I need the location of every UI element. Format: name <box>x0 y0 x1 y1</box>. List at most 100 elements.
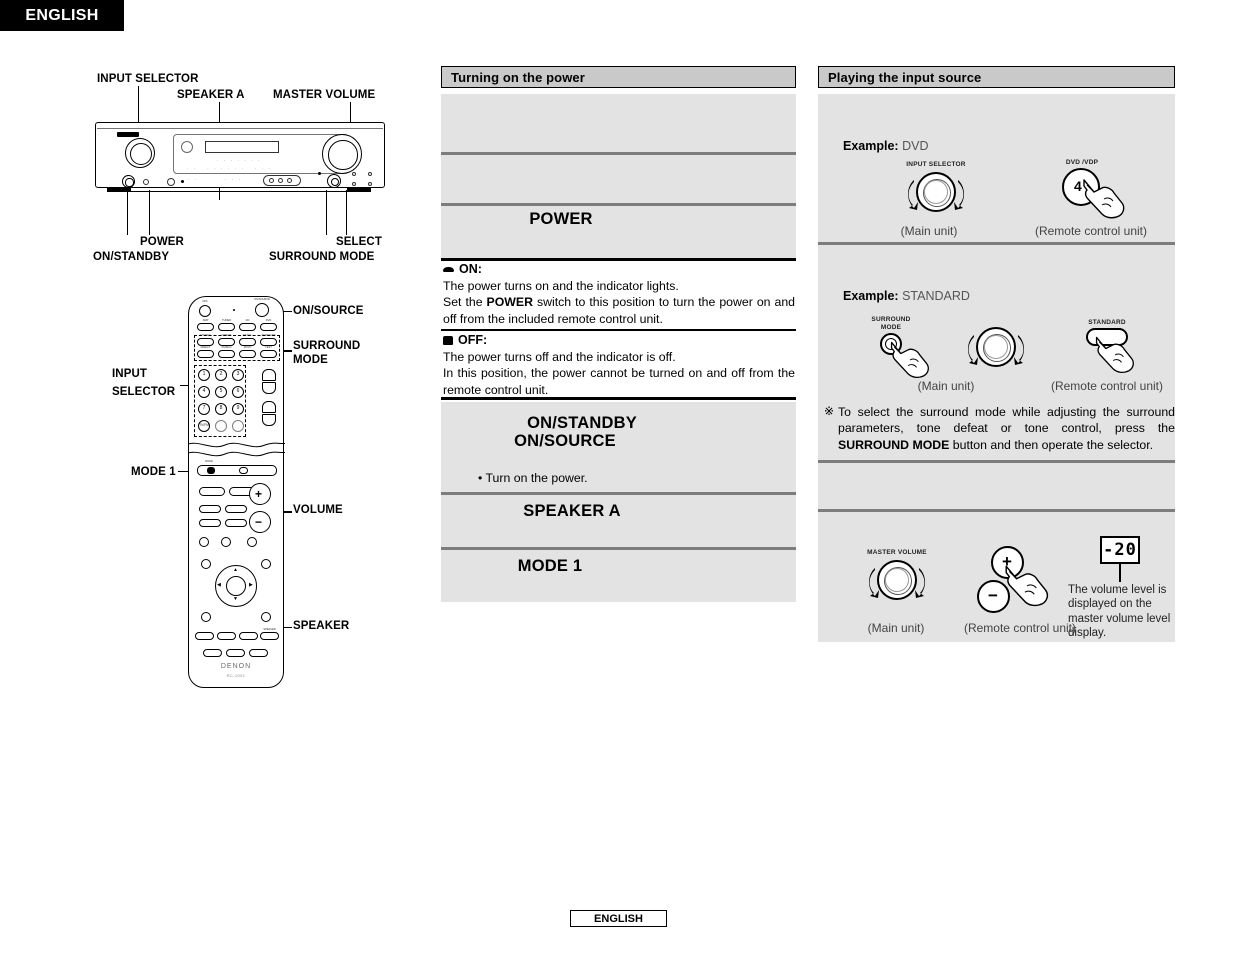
remote-key-2-label: 2 <box>219 371 223 377</box>
remote-src-btn-2[interactable] <box>218 323 235 331</box>
power-on-line2: Set the POWER switch to this position to… <box>443 294 795 327</box>
remote-shift-btn-2[interactable] <box>226 649 245 657</box>
power-indicator-icon <box>143 179 149 185</box>
display-mark-icon <box>181 141 193 153</box>
remote-mode-1-thumb[interactable] <box>207 467 215 474</box>
example-dvd-label: Example: <box>843 139 899 153</box>
footer-language-tab: ENGLISH <box>570 910 667 927</box>
remote-bottom-btn-1[interactable] <box>195 632 214 640</box>
remote-ff-button[interactable] <box>225 519 247 527</box>
remote-shift-btn-3[interactable] <box>249 649 268 657</box>
front-btn-1[interactable] <box>269 178 274 183</box>
receiver-brand-plate <box>117 132 139 137</box>
remote-status-button[interactable] <box>201 612 211 622</box>
remote-play-button[interactable] <box>199 487 225 496</box>
remote-skip-fwd[interactable] <box>225 505 247 513</box>
remote-standard-button[interactable] <box>260 338 277 346</box>
master-volume-dial[interactable]: MASTER VOLUME <box>864 549 930 602</box>
remote-on-source-button[interactable] <box>255 303 269 317</box>
remote-break-wave <box>189 442 285 457</box>
remote-key-9-label: 9 <box>236 405 240 411</box>
dvd-main-unit-dial[interactable]: INPUT SELECTOR <box>903 161 969 214</box>
callout-remote-input-line2: SELECTOR <box>112 386 176 398</box>
standard-selector-dial[interactable] <box>963 327 1029 369</box>
surround-mode-dot-icon <box>318 172 321 175</box>
remote-bottom-btn-3[interactable] <box>239 632 258 640</box>
on-standby-button[interactable] <box>122 175 135 188</box>
remote-ir-led-icon <box>233 309 235 311</box>
input-selector-knob[interactable] <box>125 138 155 168</box>
dvd-remote-unit-caption: (Remote control unit) <box>1034 224 1148 238</box>
remote-surround-btn-1[interactable] <box>197 338 214 346</box>
example-standard-label: Example: <box>843 289 899 303</box>
remote-rew-button[interactable] <box>199 519 221 527</box>
remote-speaker-label: SPEAKER <box>263 628 276 631</box>
remote-surround-back-button[interactable] <box>261 612 271 622</box>
remote-model-label: RC-1001 <box>226 673 246 678</box>
display-indicator-row-2: · · · · · · · · · · · <box>187 166 273 171</box>
callout-remote-input-line1: INPUT <box>112 368 147 380</box>
remote-key-3-label: 3 <box>236 371 240 377</box>
remote-setup-button[interactable] <box>201 559 211 569</box>
remote-bottom-btn-2[interactable] <box>217 632 236 640</box>
remote-skip-back[interactable] <box>199 505 221 513</box>
remote-key-0[interactable] <box>215 420 227 432</box>
remote-enter-button[interactable] <box>226 576 246 596</box>
dial-rotate-arrows-icon-standard <box>968 335 1024 365</box>
remote-ab-button[interactable] <box>199 537 209 547</box>
remote-surround-label-3: MUSIC <box>243 334 252 337</box>
input-selector-dial-caption: INPUT SELECTOR <box>906 161 966 168</box>
callout-remote-on-source: ON/SOURCE <box>293 305 364 317</box>
remote-volume-plus-icon: + <box>255 487 263 501</box>
pointing-hand-icon-volume <box>1005 565 1049 607</box>
remote-surround-btn-2[interactable] <box>218 338 235 346</box>
master-volume-level-display: -20 <box>1100 536 1140 564</box>
surround-mode-button-caption-l1: SURROUND <box>871 316 911 323</box>
switch-raised-icon <box>443 335 453 345</box>
main-unit-illustration: · · · · · · · · · · · · · · · · · · · · … <box>95 122 385 204</box>
remote-speaker-button[interactable] <box>260 632 279 640</box>
remote-key-tv-fm-label: TV/FM <box>199 423 209 427</box>
callout-master-volume: MASTER VOLUME <box>273 89 376 101</box>
remote-mode-2-thumb[interactable] <box>239 467 248 474</box>
remote-src-label-4: DVD <box>265 319 272 322</box>
remote-src-btn-4[interactable] <box>260 323 277 331</box>
surround-mode-button-caption-l2: MODE <box>880 324 902 331</box>
remote-surround-param-button[interactable] <box>261 559 271 569</box>
callout-remote-speaker: SPEAKER <box>293 620 350 632</box>
remote-channel-up[interactable] <box>262 401 276 413</box>
remote-mute-button[interactable] <box>247 537 257 547</box>
remote-key-plus10[interactable] <box>232 420 244 432</box>
select-knob[interactable] <box>327 174 341 188</box>
remote-key-1-label: 1 <box>202 371 206 377</box>
remote-key-7-label: 7 <box>202 405 206 411</box>
front-btn-3[interactable] <box>287 178 292 183</box>
speaker-a-button[interactable] <box>181 180 184 183</box>
remote-src-btn-3[interactable] <box>239 323 256 331</box>
remote-volume-up[interactable] <box>262 369 276 381</box>
power-off-block: OFF: The power turns off and the indicat… <box>443 333 795 398</box>
remote-label-on-source: ON/SOURCE <box>254 298 270 301</box>
standard-button-caption: STANDARD <box>1088 319 1126 326</box>
on-standby-caption: ON/STANDBY <box>527 414 637 432</box>
remote-surround-btn-5[interactable] <box>197 350 214 358</box>
remote-power-off-button[interactable] <box>199 305 211 317</box>
remote-src-label-1: AMP <box>202 319 209 322</box>
front-btn-2[interactable] <box>278 178 283 183</box>
remote-surround-btn-7[interactable] <box>239 350 256 358</box>
remote-channel-down[interactable] <box>262 414 276 426</box>
remote-surround-btn-3[interactable] <box>239 338 256 346</box>
power-step-block-2 <box>441 155 796 203</box>
switch-pressed-icon <box>443 266 454 272</box>
lcd-leader-line <box>1119 564 1121 582</box>
volume-minus-icon: − <box>988 586 998 605</box>
master-volume-knob[interactable] <box>322 134 362 174</box>
pointing-hand-icon <box>1083 179 1125 219</box>
remote-pause-button[interactable] <box>221 537 231 547</box>
display-window <box>205 141 279 153</box>
remote-volume-down[interactable] <box>262 382 276 394</box>
remote-shift-btn-1[interactable] <box>203 649 222 657</box>
remote-src-btn-1[interactable] <box>197 323 214 331</box>
remote-surround-btn-8[interactable] <box>260 350 277 358</box>
remote-surround-btn-6[interactable] <box>218 350 235 358</box>
